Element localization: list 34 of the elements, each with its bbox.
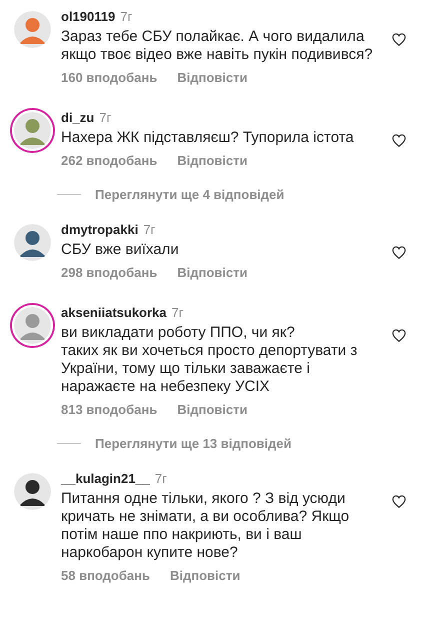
reply-button[interactable]: Відповісти <box>177 153 248 168</box>
heart-icon[interactable] <box>392 329 406 342</box>
comment-text: Питання одне тільки, якого ? З від усюди кричать не знімати, а ви особлива? Якщо потім наше ппо накриють, ви і ваш наркобарон купите нове? <box>61 490 350 562</box>
username[interactable]: dmytropakki <box>61 222 138 237</box>
view-replies-button[interactable]: Переглянути ще 4 відповідей <box>95 187 284 202</box>
reply-button[interactable]: Відповісти <box>177 70 248 85</box>
username[interactable]: di_zu <box>61 110 94 125</box>
heart-icon[interactable] <box>392 33 406 46</box>
comment-time: 7г <box>99 110 112 125</box>
username[interactable]: __kulagin21__ <box>61 471 150 486</box>
username[interactable]: akseniiatsukorka <box>61 305 167 320</box>
heart-icon[interactable] <box>392 495 406 508</box>
view-replies-button[interactable]: Переглянути ще 13 відповідей <box>95 436 292 451</box>
comment-time: 7г <box>143 222 156 237</box>
comment-time: 7г <box>154 471 167 486</box>
like-count[interactable]: 160 вподобань <box>61 70 158 85</box>
comment-text: ви викладати роботу ППО, чи як? таких як ви хочеться просто депортувати з України, тому що тільки заважаєте і наражаєте на небезпеку УСІХ <box>61 324 358 396</box>
comment-text: Нахера ЖК підставляєш? Тупорила істота <box>61 129 355 147</box>
comment-time: 7г <box>120 9 132 24</box>
like-count[interactable]: 298 вподобань <box>61 265 158 280</box>
heart-icon[interactable] <box>392 246 406 259</box>
username[interactable]: ol190119 <box>61 9 116 24</box>
comment-text: Зараз тебе СБУ полайкає. А чого видалила якщо твоє відео вже навіть пукін подивився? <box>61 28 374 64</box>
comment-time: 7г <box>172 305 184 320</box>
reply-button[interactable]: Відповісти <box>177 265 248 280</box>
like-count[interactable]: 262 вподобань <box>61 153 158 168</box>
like-count[interactable]: 813 вподобань <box>61 402 158 417</box>
comment-text: СБУ вже виїхали <box>61 241 180 259</box>
reply-button[interactable]: Відповісти <box>170 568 240 583</box>
avatar[interactable] <box>12 222 53 263</box>
avatar[interactable] <box>12 471 53 512</box>
reply-button[interactable]: Відповісти <box>177 402 248 417</box>
like-count[interactable]: 58 вподобань <box>61 568 150 583</box>
heart-icon[interactable] <box>392 134 406 147</box>
